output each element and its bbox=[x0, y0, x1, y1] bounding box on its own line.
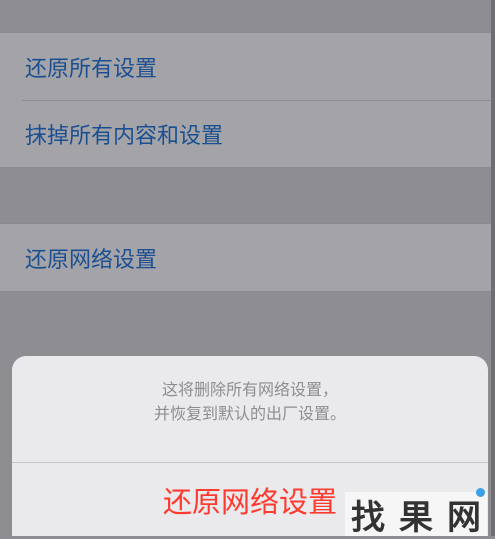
screen-edge bbox=[491, 0, 495, 536]
reset-all-settings-label: 还原所有设置 bbox=[25, 56, 158, 82]
erase-all-content-row[interactable]: 抹掉所有内容和设置 bbox=[0, 100, 495, 167]
reset-options-group: 还原所有设置 抹掉所有内容和设置 bbox=[0, 32, 495, 168]
watermark-char-3: 网 bbox=[447, 497, 481, 538]
reset-network-settings-row[interactable]: 还原网络设置 bbox=[0, 224, 495, 291]
message-line-1: 这将删除所有网络设置， bbox=[161, 380, 338, 399]
network-reset-group: 还原网络设置 bbox=[0, 223, 495, 292]
watermark-char-2: 果 bbox=[399, 497, 433, 538]
watermark-char-1: 找 bbox=[351, 497, 385, 538]
watermark-dot-icon bbox=[476, 488, 485, 497]
action-sheet-message: 这将删除所有网络设置， 并恢复到默认的出厂设置。 bbox=[12, 356, 488, 463]
section-gap-top bbox=[0, 0, 495, 32]
erase-all-content-label: 抹掉所有内容和设置 bbox=[25, 123, 224, 149]
reset-all-settings-row[interactable]: 还原所有设置 bbox=[0, 33, 495, 100]
message-line-2: 并恢复到默认的出厂设置。 bbox=[153, 404, 346, 423]
confirm-reset-network-label: 还原网络设置 bbox=[162, 484, 337, 519]
watermark-logo: 找 果 网 bbox=[345, 488, 487, 538]
reset-network-settings-label: 还原网络设置 bbox=[25, 247, 158, 273]
